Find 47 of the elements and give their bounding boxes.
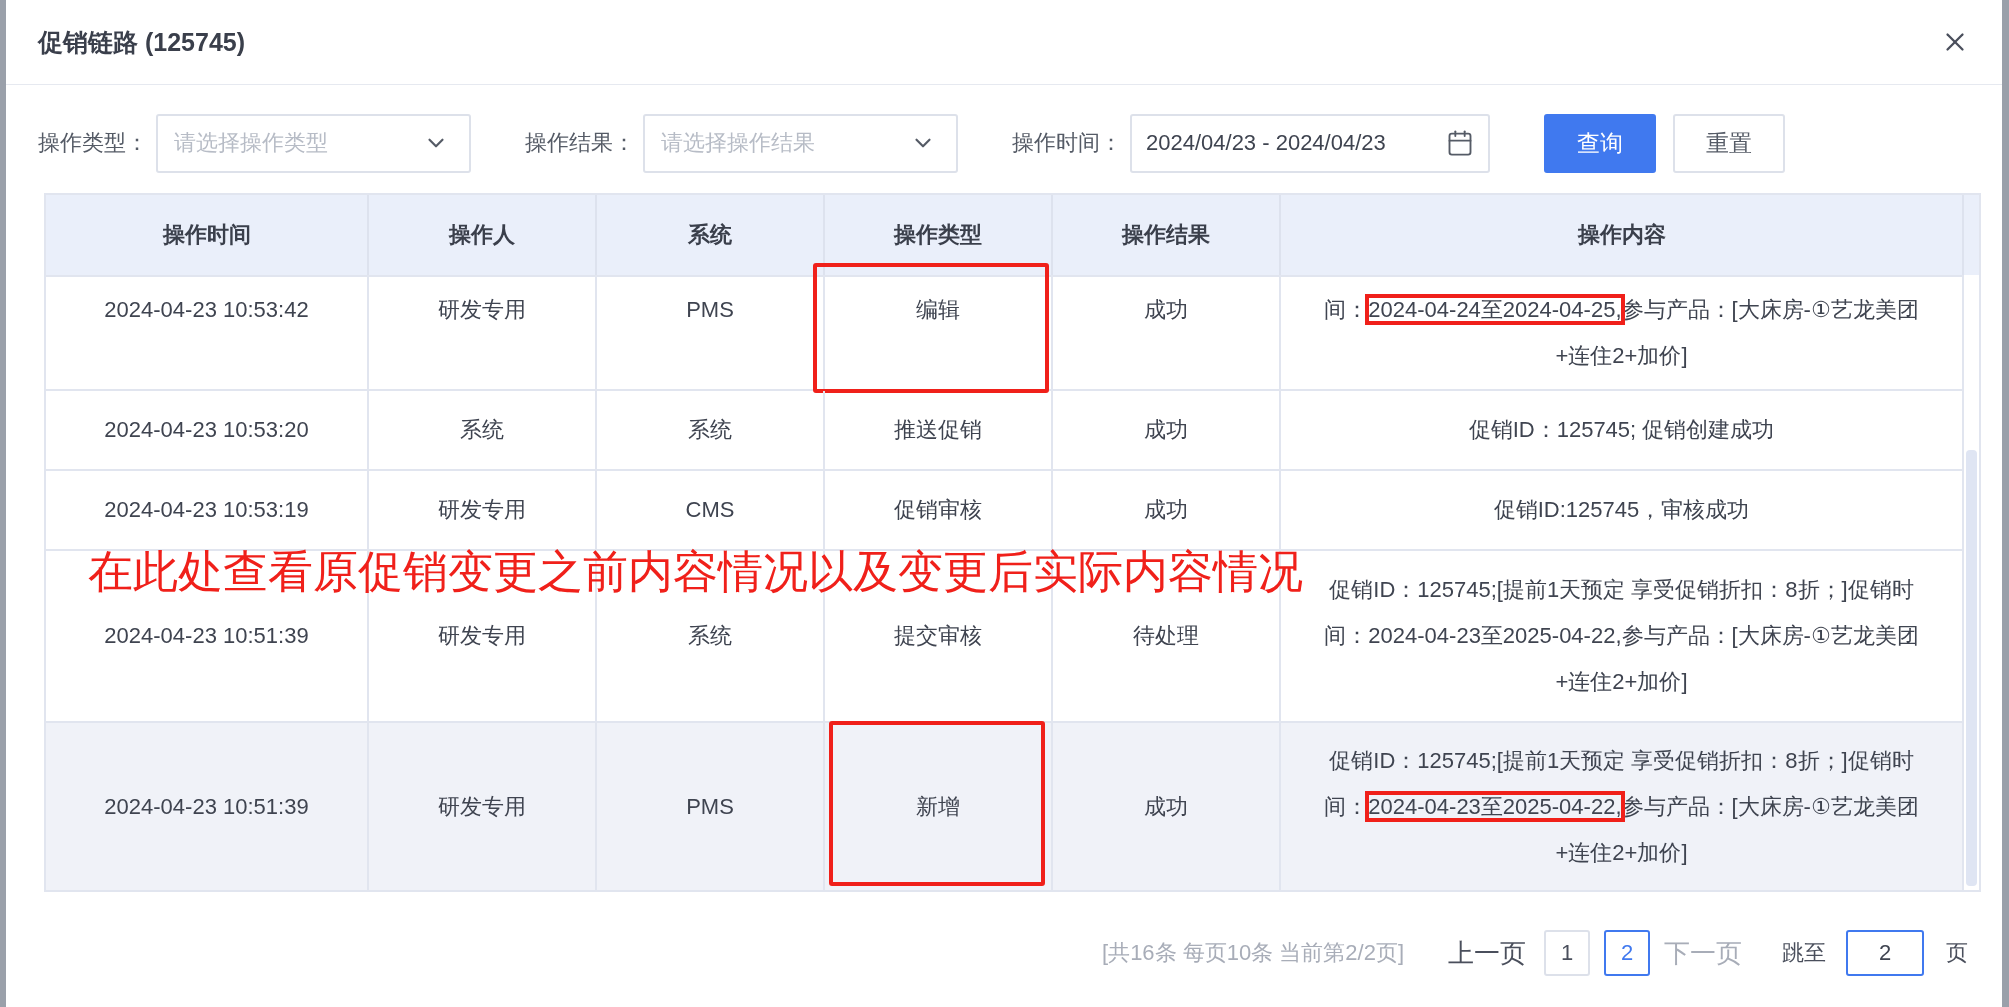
table-cell-text: 成功 [1144, 496, 1188, 524]
table-cell-text: 促销ID:125745，审核成功 [1493, 496, 1750, 524]
jump-label: 跳至 [1782, 939, 1826, 967]
table-cell-text: 提交审核 [894, 622, 982, 650]
page-summary: [共16条 每页10条 当前第2/2页] [1102, 939, 1404, 967]
table-cell-text: 2024-04-23 10:51:39 [104, 792, 309, 821]
table-cell-text: 促销ID：125745;[提前1天预定 享受促销折扣：8折；]促销时间：2024-04-23至2025-04-22,参与产品：[大床房-①艺龙美团+连住2+加价] [1323, 746, 1920, 867]
table-cell-text: CMS [685, 496, 735, 524]
table-cell-text: 待处理 [1133, 622, 1199, 650]
table-cell-text: 成功 [1144, 792, 1188, 821]
table-cell-text: 研发专用 [438, 296, 526, 324]
table-cell-text: 研发专用 [438, 622, 526, 650]
table-cell-text: 促销ID：125745;[提前1天预定 享受促销折扣：8折；]促销时间：2024-04-23至2025-04-22,参与产品：[大床房-①艺龙美团+连住2+加价] [1323, 576, 1920, 696]
table-cell: 间：2024-04-24至2024-04-25,参与产品：[大床房-①艺龙美团+连住2+加价] [1313, 287, 1930, 379]
filter-label: 操作结果： [525, 129, 635, 157]
table-cell-text: 2024-04-23 10:51:39 [104, 622, 309, 650]
table-cell-text: 系统 [688, 622, 732, 650]
table-cell-text: 推送促销 [894, 416, 982, 444]
table-cell-text: 成功 [1144, 296, 1188, 324]
query-button[interactable]: 查询 [1544, 113, 1656, 173]
page-button[interactable]: 2 [1604, 930, 1650, 976]
scrollbar-thumb[interactable] [1966, 450, 1977, 886]
reset-button[interactable]: 重置 [1673, 113, 1785, 173]
table-cell-text: PMS [686, 296, 734, 324]
table-cell-text: PMS [686, 792, 734, 821]
table-cell-text: 研发专用 [438, 792, 526, 821]
prev-page-link[interactable]: 上一页 [1448, 935, 1526, 971]
table-cell-text: 新增 [916, 792, 960, 821]
table-cell-text: 编辑 [916, 296, 960, 324]
annotation-text: 在此处查看原促销变更之前内容情况以及变更后实际内容情况 [88, 545, 1303, 599]
table-cell-text: 2024-04-23 10:53:20 [104, 416, 309, 444]
calendar-icon [1446, 129, 1474, 157]
table-cell-text: 研发专用 [438, 496, 526, 524]
table-cell-text: 促销ID：125745; 促销创建成功 [1468, 416, 1775, 444]
table-cell-text: 系统 [460, 416, 504, 444]
table-cell-text: 系统 [688, 416, 732, 444]
jump-input[interactable]: 2 [1846, 930, 1924, 976]
table-cell-text: 2024-04-23 10:53:19 [104, 496, 309, 524]
dialog-title: 促销链路 (125745) [38, 26, 246, 58]
date-range-field[interactable]: 2024/04/23 - 2024/04/23 [1130, 113, 1490, 173]
page-button[interactable]: 1 [1544, 930, 1590, 976]
filter-label: 操作类型： [38, 129, 148, 157]
table-cell-text: 促销审核 [894, 496, 982, 524]
page-suffix: 页 [1946, 939, 1968, 967]
filter-label: 操作时间： [1012, 129, 1122, 157]
table-cell-text: 2024-04-23 10:53:42 [104, 296, 309, 324]
table-cell-text: 成功 [1144, 416, 1188, 444]
